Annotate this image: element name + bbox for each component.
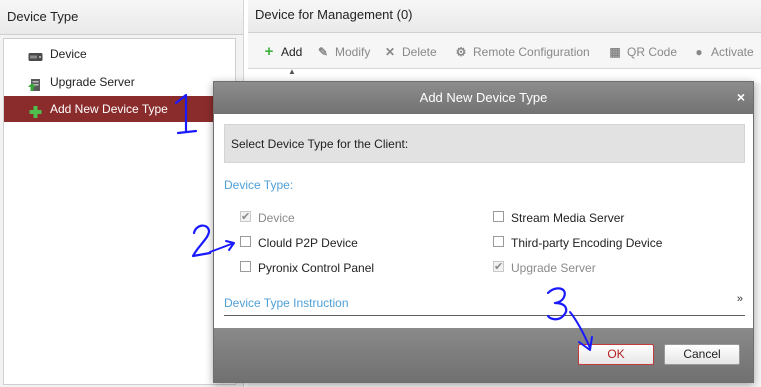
option-stream-media-server-label: Stream Media Server xyxy=(511,211,625,225)
device-management-title: Device for Management (0) xyxy=(248,0,761,33)
add-button[interactable]: + Add xyxy=(262,37,303,67)
device-icon xyxy=(28,47,43,61)
checkbox-stream-media-server[interactable] xyxy=(493,211,504,222)
qr-code-icon: ▦ xyxy=(609,45,621,59)
plus-icon xyxy=(28,102,43,118)
checkbox-third-party-encoding-device[interactable] xyxy=(493,236,504,247)
device-type-panel-title: Device Type xyxy=(0,0,243,35)
option-pyronix-control-panel-label: Pyronix Control Panel xyxy=(258,261,375,275)
toolbar: + Add ✎ Modify ✕ Delete ⚙ Remote Configurati… xyxy=(248,37,761,67)
tree-item-upgrade-server[interactable]: Upgrade Server xyxy=(4,69,235,95)
modify-button[interactable]: ✎ Modify xyxy=(316,37,370,67)
lightbulb-icon: ● xyxy=(695,45,703,59)
ok-button[interactable]: OK xyxy=(578,344,654,365)
checkbox-device[interactable] xyxy=(240,209,251,225)
qr-code-button[interactable]: ▦ QR Code xyxy=(608,37,677,67)
tree-item-add-new-device-type[interactable]: Add New Device Type xyxy=(4,96,235,122)
dialog-footer: OK Cancel xyxy=(214,328,753,382)
device-type-instruction-link[interactable]: Device Type Instruction xyxy=(224,296,349,310)
close-icon[interactable]: × xyxy=(737,82,745,114)
device-type-panel: Device Type Device Upgrade Server Add Ne… xyxy=(0,0,244,387)
option-device-label: Device xyxy=(258,211,295,225)
cancel-button[interactable]: Cancel xyxy=(664,344,740,365)
dialog-title: Add New Device Type xyxy=(214,82,753,114)
checkbox-upgrade-server[interactable] xyxy=(493,259,504,275)
tree-item-add-new-device-type-label: Add New Device Type xyxy=(50,102,168,116)
add-new-device-type-dialog: Add New Device Type × Select Device Type… xyxy=(213,81,754,383)
edit-icon: ✎ xyxy=(317,45,329,59)
device-type-tree: Device Upgrade Server Add New Device Typ… xyxy=(3,38,236,385)
device-type-section-label: Device Type: xyxy=(224,178,294,192)
option-cloud-p2p-device-label: Clould P2P Device xyxy=(258,236,358,250)
sort-caret-icon: ▲ xyxy=(288,68,296,76)
tree-item-device-label: Device xyxy=(50,47,87,61)
checkbox-pyronix-control-panel[interactable] xyxy=(240,261,251,272)
dialog-instruction: Select Device Type for the Client: xyxy=(224,124,745,163)
plus-icon: + xyxy=(264,43,274,60)
option-third-party-encoding-device-label: Third-party Encoding Device xyxy=(511,236,663,250)
delete-icon: ✕ xyxy=(384,45,396,59)
gear-icon: ⚙ xyxy=(455,45,467,59)
tree-item-upgrade-server-label: Upgrade Server xyxy=(50,75,135,89)
activate-button[interactable]: ● Activate xyxy=(692,37,753,67)
checkbox-cloud-p2p-device[interactable] xyxy=(240,236,251,247)
remote-configuration-button[interactable]: ⚙ Remote Configuration xyxy=(454,37,590,67)
tree-item-device[interactable]: Device xyxy=(4,41,235,67)
device-type-instruction-row[interactable]: Device Type Instruction » xyxy=(224,293,745,316)
option-upgrade-server-label: Upgrade Server xyxy=(511,261,596,275)
upgrade-server-icon xyxy=(28,75,43,91)
double-chevron-down-icon[interactable]: » xyxy=(737,293,743,305)
delete-button[interactable]: ✕ Delete xyxy=(383,37,437,67)
